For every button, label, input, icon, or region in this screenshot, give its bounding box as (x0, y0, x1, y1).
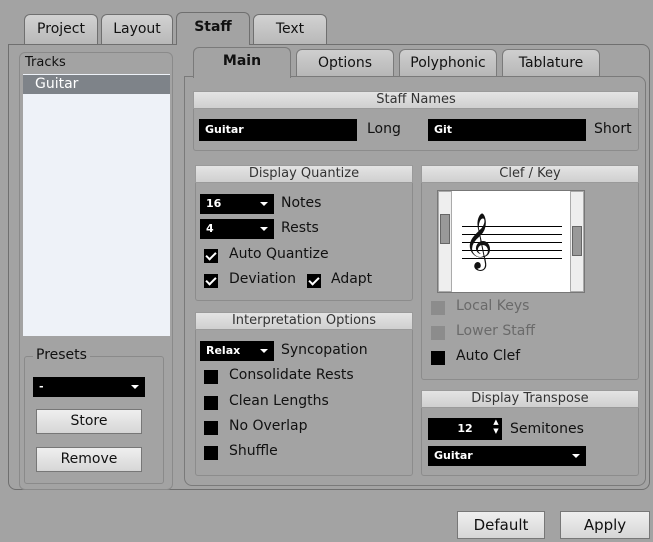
chevron-down-icon (260, 227, 268, 231)
interpretation-header: Interpretation Options (195, 312, 413, 330)
syncopation-dropdown[interactable]: Relax (200, 341, 274, 361)
rests-value: 4 (206, 222, 214, 235)
auto-quantize-checkbox[interactable] (204, 249, 218, 263)
transpose-instrument-dropdown[interactable]: Guitar (428, 446, 586, 466)
tab-layout[interactable]: Layout (101, 14, 173, 44)
tab-staff[interactable]: Staff (176, 12, 250, 45)
auto-clef-label: Auto Clef (456, 348, 521, 364)
local-keys-checkbox[interactable] (431, 301, 445, 315)
lower-staff-checkbox[interactable] (431, 326, 445, 340)
rests-label: Rests (281, 220, 319, 236)
left-scrollbar[interactable] (438, 191, 452, 292)
local-keys-label: Local Keys (456, 298, 530, 314)
notes-dropdown[interactable]: 16 (200, 194, 274, 214)
store-button[interactable]: Store (36, 409, 142, 434)
rests-dropdown[interactable]: 4 (200, 219, 274, 239)
semitones-label: Semitones (510, 421, 584, 437)
lower-staff-label: Lower Staff (456, 323, 535, 339)
subtab-polyphonic[interactable]: Polyphonic (399, 49, 497, 77)
subtab-main[interactable]: Main (193, 47, 291, 78)
clean-lengths-label: Clean Lengths (229, 393, 329, 409)
tab-text[interactable]: Text (253, 14, 327, 44)
right-scrollbar[interactable] (570, 191, 584, 292)
long-label: Long (367, 121, 401, 137)
tab-project[interactable]: Project (24, 14, 98, 44)
apply-button[interactable]: Apply (560, 511, 650, 539)
long-name-field[interactable]: Guitar (199, 119, 357, 141)
auto-quantize-label: Auto Quantize (229, 246, 329, 262)
display-transpose-header: Display Transpose (421, 390, 639, 408)
adapt-label: Adapt (331, 271, 373, 287)
remove-button[interactable]: Remove (36, 447, 142, 472)
presets-dropdown[interactable]: - (33, 377, 145, 397)
short-name-field[interactable]: Git (428, 119, 586, 141)
notes-value: 16 (206, 197, 222, 210)
syncopation-label: Syncopation (281, 342, 368, 358)
display-quantize-header: Display Quantize (195, 165, 413, 183)
presets-selected-value: - (39, 380, 44, 393)
deviation-label: Deviation (229, 271, 296, 287)
tracks-label: Tracks (25, 55, 66, 70)
clef-key-preview[interactable]: 𝄞 (437, 190, 585, 293)
clef-key-header: Clef / Key (421, 165, 639, 183)
treble-clef-icon: 𝄞 (464, 213, 493, 269)
transpose-instrument-value: Guitar (434, 449, 473, 462)
track-item-guitar[interactable]: Guitar (23, 75, 170, 94)
chevron-down-icon (260, 202, 268, 206)
default-button[interactable]: Default (457, 511, 545, 539)
right-scroll-thumb[interactable] (572, 226, 582, 256)
chevron-down-icon (260, 349, 268, 353)
staff-names-header: Staff Names (193, 91, 639, 109)
deviation-checkbox[interactable] (204, 274, 218, 288)
auto-clef-checkbox[interactable] (431, 351, 445, 365)
no-overlap-checkbox[interactable] (204, 421, 218, 435)
adapt-checkbox[interactable] (307, 274, 321, 288)
presets-label: Presets (33, 347, 90, 363)
shuffle-label: Shuffle (229, 443, 278, 459)
syncopation-value: Relax (206, 344, 241, 357)
semitones-stepper[interactable]: ▲ ▼ (490, 418, 502, 440)
subtab-options[interactable]: Options (296, 49, 394, 77)
clean-lengths-checkbox[interactable] (204, 396, 218, 410)
consolidate-rests-checkbox[interactable] (204, 370, 218, 384)
short-label: Short (594, 121, 632, 137)
notes-label: Notes (281, 195, 322, 211)
consolidate-rests-label: Consolidate Rests (229, 367, 354, 383)
left-scroll-thumb[interactable] (440, 214, 450, 244)
shuffle-checkbox[interactable] (204, 446, 218, 460)
subtab-tablature[interactable]: Tablature (502, 49, 600, 77)
chevron-down-icon (131, 385, 139, 389)
no-overlap-label: No Overlap (229, 418, 308, 434)
chevron-down-icon (572, 454, 580, 458)
tracks-list[interactable] (23, 74, 170, 336)
